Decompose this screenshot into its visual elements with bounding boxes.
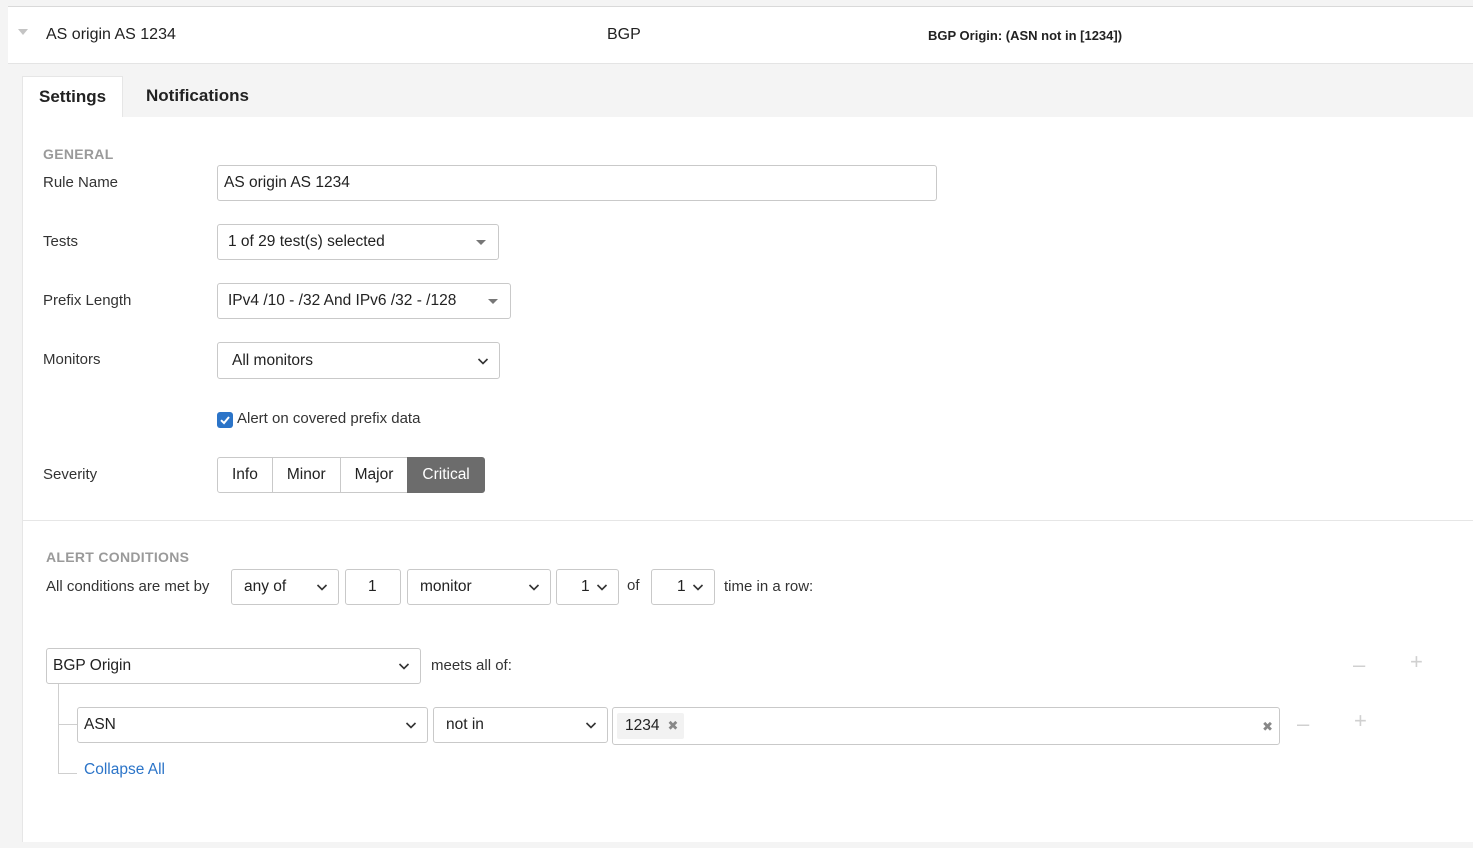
sub-operator-value: not in xyxy=(446,716,484,733)
of-text: of xyxy=(627,577,640,594)
match-mode-value: any of xyxy=(244,578,287,595)
chevron-down-icon xyxy=(477,357,489,365)
value-tag-label: 1234 xyxy=(625,717,660,734)
add-condition-plus-icon[interactable]: + xyxy=(1410,651,1423,673)
rule-name-text: AS origin AS 1234 xyxy=(46,26,176,43)
severity-info-button[interactable]: Info xyxy=(217,457,273,493)
tests-select-value: 1 of 29 test(s) selected xyxy=(228,233,385,250)
monitors-label: Monitors xyxy=(43,351,101,368)
covered-prefix-label: Alert on covered prefix data xyxy=(237,410,421,427)
severity-minor-button[interactable]: Minor xyxy=(271,457,341,493)
tree-connector-end xyxy=(58,773,77,774)
rounds-total-select[interactable]: 1 xyxy=(651,569,715,605)
tab-settings[interactable]: Settings xyxy=(22,76,124,119)
unit-select-value: monitor xyxy=(420,578,472,595)
condition-metric-value: BGP Origin xyxy=(53,657,132,674)
settings-panel: GENERAL Rule Name Tests 1 of 29 test(s) … xyxy=(22,117,1473,842)
tests-label: Tests xyxy=(43,233,79,250)
sub-operator-select[interactable]: not in xyxy=(433,707,608,743)
rounds-select-value: 1 xyxy=(581,578,590,595)
alert-type-text: BGP xyxy=(607,26,641,43)
chevron-down-icon xyxy=(596,584,608,591)
chevron-down-icon xyxy=(316,584,328,591)
sub-values-multiselect[interactable]: 1234 ✖ ✖ xyxy=(612,707,1280,745)
clear-values-close-icon[interactable]: ✖ xyxy=(1262,719,1273,735)
remove-subcondition-minus-icon[interactable]: – xyxy=(1297,713,1309,735)
prefix-length-label: Prefix Length xyxy=(43,292,132,309)
time-in-row-text: time in a row: xyxy=(724,578,814,595)
rounds-select[interactable]: 1 xyxy=(556,569,619,605)
chevron-down-icon xyxy=(692,584,704,591)
sub-field-select[interactable]: ASN xyxy=(77,707,428,743)
section-divider xyxy=(23,520,1473,521)
covered-prefix-checkbox[interactable] xyxy=(217,412,233,428)
severity-toggle-group: Info Minor Major Critical xyxy=(217,457,485,493)
caret-down-icon xyxy=(488,299,498,304)
monitor-count-input[interactable] xyxy=(345,569,401,605)
expand-caret-icon[interactable] xyxy=(18,29,28,35)
add-subcondition-plus-icon[interactable]: + xyxy=(1354,710,1367,732)
meets-all-text: meets all of: xyxy=(431,657,512,674)
rule-summary-text: BGP Origin: (ASN not in [1234]) xyxy=(928,28,1123,43)
rule-name-label: Rule Name xyxy=(43,174,119,191)
tests-select[interactable]: 1 of 29 test(s) selected xyxy=(217,224,499,260)
severity-label: Severity xyxy=(43,466,98,483)
tree-connector-branch xyxy=(58,724,77,725)
general-section-title: GENERAL xyxy=(43,146,114,162)
chevron-down-icon xyxy=(528,584,540,591)
alert-conditions-section-title: ALERT CONDITIONS xyxy=(46,549,190,565)
rounds-total-value: 1 xyxy=(677,578,686,595)
condition-metric-select[interactable]: BGP Origin xyxy=(46,648,421,684)
conditions-prefix-text: All conditions are met by xyxy=(46,578,210,595)
caret-down-icon xyxy=(476,240,486,245)
monitors-select-value: All monitors xyxy=(232,351,313,369)
collapse-all-link[interactable]: Collapse All xyxy=(84,761,165,779)
severity-major-button[interactable]: Major xyxy=(339,457,409,493)
tree-connector-vertical xyxy=(58,684,59,773)
chevron-down-icon xyxy=(405,722,417,729)
unit-select[interactable]: monitor xyxy=(407,569,551,605)
match-mode-select[interactable]: any of xyxy=(231,569,339,605)
value-tag: 1234 ✖ xyxy=(617,713,685,739)
severity-critical-button[interactable]: Critical xyxy=(407,457,485,493)
chevron-down-icon xyxy=(398,663,410,670)
chevron-down-icon xyxy=(585,722,597,729)
tab-notifications[interactable]: Notifications xyxy=(130,76,265,118)
check-icon xyxy=(220,416,230,425)
remove-tag-close-icon[interactable]: ✖ xyxy=(667,718,678,733)
rule-name-input[interactable] xyxy=(217,165,937,201)
remove-condition-minus-icon[interactable]: – xyxy=(1353,654,1365,676)
monitors-select[interactable]: All monitors xyxy=(217,342,500,379)
prefix-length-value: IPv4 /10 - /32 And IPv6 /32 - /128 xyxy=(228,292,457,309)
rule-summary-row[interactable]: AS origin AS 1234 BGP BGP Origin: (ASN n… xyxy=(8,6,1473,64)
sub-field-value: ASN xyxy=(84,716,116,733)
prefix-length-select[interactable]: IPv4 /10 - /32 And IPv6 /32 - /128 xyxy=(217,283,511,319)
